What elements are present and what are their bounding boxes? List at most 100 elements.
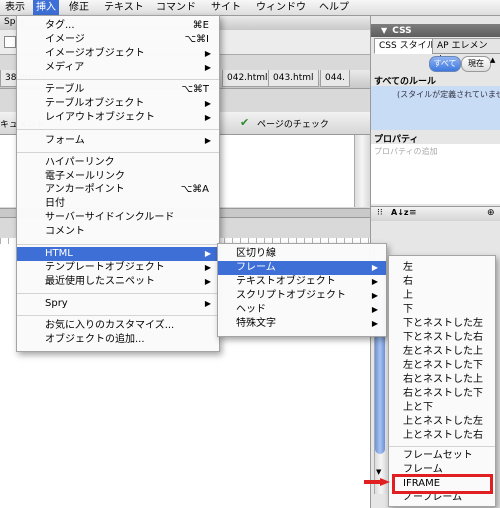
menu-item-frames[interactable]: フレーム ▶ [218,261,386,275]
menu-item-media[interactable]: メディア ▶ [17,61,219,75]
menu-item-recent-snippets[interactable]: 最近使用したスニペット ▶ [17,275,219,289]
add-property-link[interactable]: プロパティの追加 [374,146,438,157]
menu-item-right-nested-bottom[interactable]: 右とネストした下 [389,387,495,401]
properties-list[interactable]: プロパティの追加 [371,144,500,204]
menu-item-table[interactable]: テーブル ⌥⌘T [17,83,219,97]
menu-item-tag[interactable]: タグ... ⌘E [17,19,219,33]
page-check-icon[interactable]: ✔ [240,116,249,129]
menu-separator [17,315,219,316]
menu-item-table-objects[interactable]: テーブルオブジェクト ▶ [17,97,219,111]
menu-item-customize-favorites[interactable]: お気に入りのカスタマイズ... [17,319,219,333]
tab-css-styles[interactable]: CSS スタイル [374,38,441,54]
submenu-arrow-icon: ▶ [371,291,378,300]
panel-collapse-icon[interactable]: ▼ [381,26,387,35]
frames-submenu: 左 右 上 下 下とネストした左 下とネストした右 左とネストした上 左とネスト… [388,255,496,507]
submenu-arrow-icon: ▶ [204,299,211,308]
menu-item-named-anchor[interactable]: アンカーポイント ⌥⌘A [17,183,219,197]
menu-separator [17,244,219,245]
menu-item-head-tags[interactable]: ヘッド ▶ [218,303,386,317]
menu-item-frame-bottom[interactable]: 下 [389,303,495,317]
menu-item-top-nested-right[interactable]: 上とネストした右 [389,429,495,443]
menu-insert[interactable]: 挿入 [33,0,59,15]
rules-list[interactable]: (スタイルが定義されていません) [371,86,500,130]
menu-modify[interactable]: 修正 [66,0,92,15]
css-panel-header[interactable]: ▼ CSS [371,24,500,37]
menu-item-bottom-nested-left[interactable]: 下とネストした左 [389,317,495,331]
menu-item-top-nested-left[interactable]: 上とネストした左 [389,415,495,429]
css-panel-footer: ⁝⁝ A↓z ≡ ⊕ [371,206,500,221]
current-button[interactable]: 現在 [461,56,491,72]
menu-item-bottom-nested-right[interactable]: 下とネストした右 [389,331,495,345]
submenu-arrow-icon: ▶ [204,99,211,108]
menu-window[interactable]: ウィンドウ [253,0,309,15]
css-panel-tabs: CSS スタイル AP エレメント [374,38,500,65]
show-category-view-icon[interactable]: ⁝⁝ [377,208,383,218]
submenu-arrow-icon: ▶ [204,136,211,145]
menu-item-spry[interactable]: Spry ▶ [17,297,219,311]
submenu-arrow-icon: ▶ [204,263,211,272]
doc-tab-044[interactable]: 044. [320,70,351,87]
menu-item-frame-right[interactable]: 右 [389,275,495,289]
menu-item-layout-objects[interactable]: レイアウトオブジェクト ▶ [17,111,219,125]
submenu-arrow-icon: ▶ [371,277,378,286]
link-icon[interactable]: ⊕ [487,208,495,218]
tab-ap-elements[interactable]: AP エレメント [432,38,500,65]
menu-item-hyperlink[interactable]: ハイパーリンク [17,156,219,170]
doc-tab-043[interactable]: 043.html [268,70,319,87]
show-set-properties-icon[interactable]: ≡ [409,208,417,218]
insert-menu: タグ... ⌘E イメージ ⌥⌘I イメージオブジェクト ▶ メディア ▶ テーブル ⌥⌘… [16,15,220,352]
css-mode-toggle: すべて 現在 [371,56,500,72]
menu-item-date[interactable]: 日付 [17,197,219,211]
menu-item-frameset[interactable]: フレームセット [389,449,495,463]
menubar: 表示 挿入 修正 テキスト コマンド サイト ウィンドウ ヘルプ [0,0,500,16]
menu-item-special-characters[interactable]: 特殊文字 ▶ [218,317,386,331]
highlight-box [392,474,493,494]
submenu-arrow-icon: ▶ [204,277,211,286]
code-view-scrollbar[interactable] [354,135,369,207]
menu-separator [17,79,219,80]
insert-bar-icon[interactable] [4,36,16,48]
menu-item-html[interactable]: HTML ▶ [17,247,219,261]
menu-item-right-nested-top[interactable]: 右とネストした上 [389,373,495,387]
menu-item-comment[interactable]: コメント [17,225,219,239]
menu-site[interactable]: サイト [208,0,244,15]
menu-separator [17,293,219,294]
doc-tab-042[interactable]: 042.html [222,70,273,87]
submenu-arrow-icon: ▶ [204,49,211,58]
menu-item-template-objects[interactable]: テンプレートオブジェクト ▶ [17,261,219,275]
sort-az-icon[interactable]: A↓z [391,208,409,217]
html-submenu: 区切り線 フレーム ▶ テキストオブジェクト ▶ スクリプトオブジェクト ▶ ヘッド ▶… [217,243,387,337]
submenu-arrow-icon: ▶ [371,319,378,328]
scroll-down-icon[interactable]: ▼ [376,468,381,476]
menu-item-left-nested-bottom[interactable]: 左とネストした下 [389,359,495,373]
menu-commands[interactable]: コマンド [153,0,199,15]
menu-item-form[interactable]: フォーム ▶ [17,134,219,148]
menu-item-email-link[interactable]: 電子メールリンク [17,170,219,184]
menu-item-script-objects[interactable]: スクリプトオブジェクト ▶ [218,289,386,303]
page-check-button[interactable]: ページのチェック [257,117,329,130]
no-styles-text: (スタイルが定義されていません) [397,90,500,99]
menu-help[interactable]: ヘルプ [316,0,352,15]
menu-separator [17,129,219,130]
menu-item-frame-left[interactable]: 左 [389,261,495,275]
menu-item-top-and-bottom[interactable]: 上と下 [389,401,495,415]
menu-item-image[interactable]: イメージ ⌥⌘I [17,33,219,47]
submenu-arrow-icon: ▶ [204,249,211,258]
submenu-arrow-icon: ▶ [371,263,378,272]
menu-separator [17,152,219,153]
menu-item-image-objects[interactable]: イメージオブジェクト ▶ [17,47,219,61]
menu-item-horizontal-rule[interactable]: 区切り線 [218,247,386,261]
all-button[interactable]: すべて [429,56,461,72]
menu-item-add-objects[interactable]: オブジェクトの追加... [17,333,219,347]
submenu-arrow-icon: ▶ [204,63,211,72]
menu-text[interactable]: テキスト [101,0,147,15]
scroll-up-icon[interactable]: ▲ [490,56,495,64]
menu-separator [389,446,495,447]
menu-view[interactable]: 表示 [2,0,28,15]
pointer-arrow-icon [364,478,390,486]
menu-item-server-side-include[interactable]: サーバーサイドインクルード [17,211,219,225]
menu-item-frame-top[interactable]: 上 [389,289,495,303]
submenu-arrow-icon: ▶ [371,305,378,314]
menu-item-left-nested-top[interactable]: 左とネストした上 [389,345,495,359]
menu-item-text-objects[interactable]: テキストオブジェクト ▶ [218,275,386,289]
